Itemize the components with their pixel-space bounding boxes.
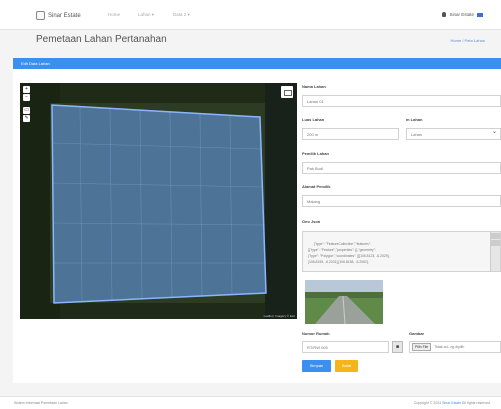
user-icon	[442, 12, 447, 17]
footer-right-text: Copyright © 2024 Sinar Estate All rights…	[413, 401, 491, 405]
layers-icon[interactable]	[281, 86, 293, 98]
breadcrumb[interactable]: Home / Peta Lahan	[451, 38, 485, 43]
pemilik-lahan-label: Pemilik Lahan	[302, 151, 329, 156]
panel-header: Edit Data Lahan	[13, 58, 501, 69]
nama-lahan-input[interactable]: Lahan 01	[302, 95, 501, 107]
brand-logo-icon	[36, 11, 45, 20]
alamat-pemilik-label: Alamat Pemilik	[302, 184, 331, 189]
camera-icon: ■	[395, 344, 400, 350]
panel-title: Edit Data Lahan	[21, 61, 50, 66]
geojson-text: {"type": "FeatureCollection","features":…	[308, 242, 390, 264]
nav-link-data[interactable]: Data 2 ▾	[173, 12, 190, 18]
choose-file-button[interactable]: Pilih File	[412, 343, 432, 351]
nomor-rumah-label: Nomor Rumah	[302, 331, 330, 336]
draw-polygon-icon[interactable]: ▭	[23, 107, 30, 114]
flag-icon[interactable]	[477, 12, 483, 17]
nama-lahan-label: Nama Lahan	[302, 84, 326, 89]
map-view[interactable]: + − ▭ ✎ Leaflet | Imagery © Esri	[20, 83, 297, 319]
edit-layer-icon[interactable]: ✎	[23, 115, 30, 122]
page-title: Pemetaan Lahan Pertanahan	[36, 34, 167, 45]
geojson-label: Geo Json	[302, 219, 321, 224]
back-button[interactable]: Batal	[335, 360, 358, 372]
satuan-selected: Lahan	[411, 132, 423, 137]
top-navbar: Sinar Estate Home Lahan ▾ Data 2 ▾ Sinar…	[0, 0, 501, 30]
zoom-out-button[interactable]: −	[23, 94, 30, 101]
content-panel: + − ▭ ✎ Leaflet | Imagery © Esri Nama La…	[13, 69, 501, 383]
nav-link-home[interactable]: Home	[108, 12, 120, 17]
pemilik-lahan-input[interactable]: Pak Budi	[302, 162, 501, 174]
zoom-controls: + − ▭ ✎	[23, 86, 30, 122]
alamat-pemilik-input[interactable]: Malang	[302, 195, 501, 207]
satuan-label: m Lahan	[406, 117, 423, 122]
user-menu[interactable]: Sinar Estate	[442, 12, 483, 17]
satellite-imagery	[20, 83, 297, 319]
luas-lahan-label: Luas Lahan	[302, 117, 325, 122]
land-polygon[interactable]	[51, 104, 267, 304]
zoom-in-button[interactable]: +	[23, 86, 30, 93]
nav-link-lahan[interactable]: Lahan ▾	[138, 12, 154, 18]
nomor-rumah-input[interactable]: RT/RW 005	[302, 341, 389, 353]
map-attribution[interactable]: Leaflet | Imagery © Esri	[264, 314, 295, 318]
user-name: Sinar Estate	[449, 12, 474, 17]
luas-lahan-input[interactable]: 200 m	[302, 128, 399, 140]
geojson-textarea[interactable]: {"type": "FeatureCollection","features":…	[302, 231, 501, 272]
page-header: Pemetaan Lahan Pertanahan Home / Peta La…	[0, 30, 501, 53]
file-input[interactable]: Pilih File Tidak ad...ng dipilih	[409, 341, 501, 353]
satuan-select[interactable]: Lahan	[406, 128, 501, 140]
footer-link[interactable]: Sinar Estate	[442, 401, 461, 405]
textarea-scrollbar[interactable]	[490, 232, 500, 271]
brand-name: Sinar Estate	[48, 12, 81, 19]
land-photo	[305, 280, 383, 324]
footer: Sistem Informasi Pemetaan Lahan Copyrigh…	[0, 396, 501, 409]
brand[interactable]: Sinar Estate	[36, 11, 81, 20]
footer-left-text: Sistem Informasi Pemetaan Lahan	[14, 401, 68, 405]
save-button[interactable]: Simpan	[302, 360, 331, 372]
land-form: Nama Lahan Lahan 01 Luas Lahan 200 m m L…	[302, 69, 501, 383]
file-status: Tidak ad...ng dipilih	[434, 345, 465, 349]
camera-button[interactable]: ■	[392, 341, 403, 353]
gambar-label: Gambar	[409, 331, 425, 336]
